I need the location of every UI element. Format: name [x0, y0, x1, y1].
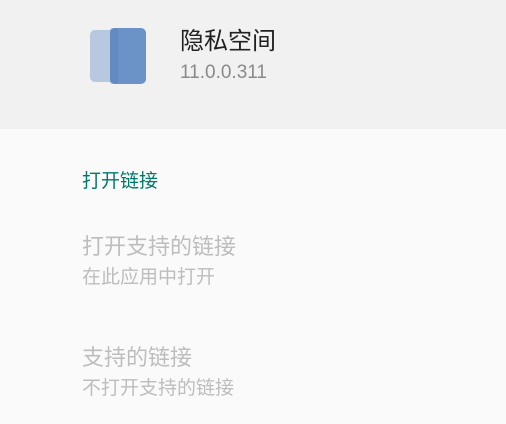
option-open-supported-links[interactable]: 打开支持的链接 在此应用中打开 [0, 233, 506, 313]
app-version: 11.0.0.311 [180, 62, 267, 83]
option-title: 打开支持的链接 [82, 235, 237, 260]
section-header-open-links: 打开链接 [82, 170, 159, 192]
option-title: 支持的链接 [82, 346, 193, 371]
app-info-header: 隐私空间 11.0.0.311 [0, 0, 506, 129]
option-subtitle: 在此应用中打开 [82, 266, 216, 288]
option-subtitle: 不打开支持的链接 [82, 377, 235, 399]
privacy-space-app-icon [88, 26, 148, 86]
app-name: 隐私空间 [180, 27, 276, 55]
option-supported-links[interactable]: 支持的链接 不打开支持的链接 [0, 344, 506, 424]
